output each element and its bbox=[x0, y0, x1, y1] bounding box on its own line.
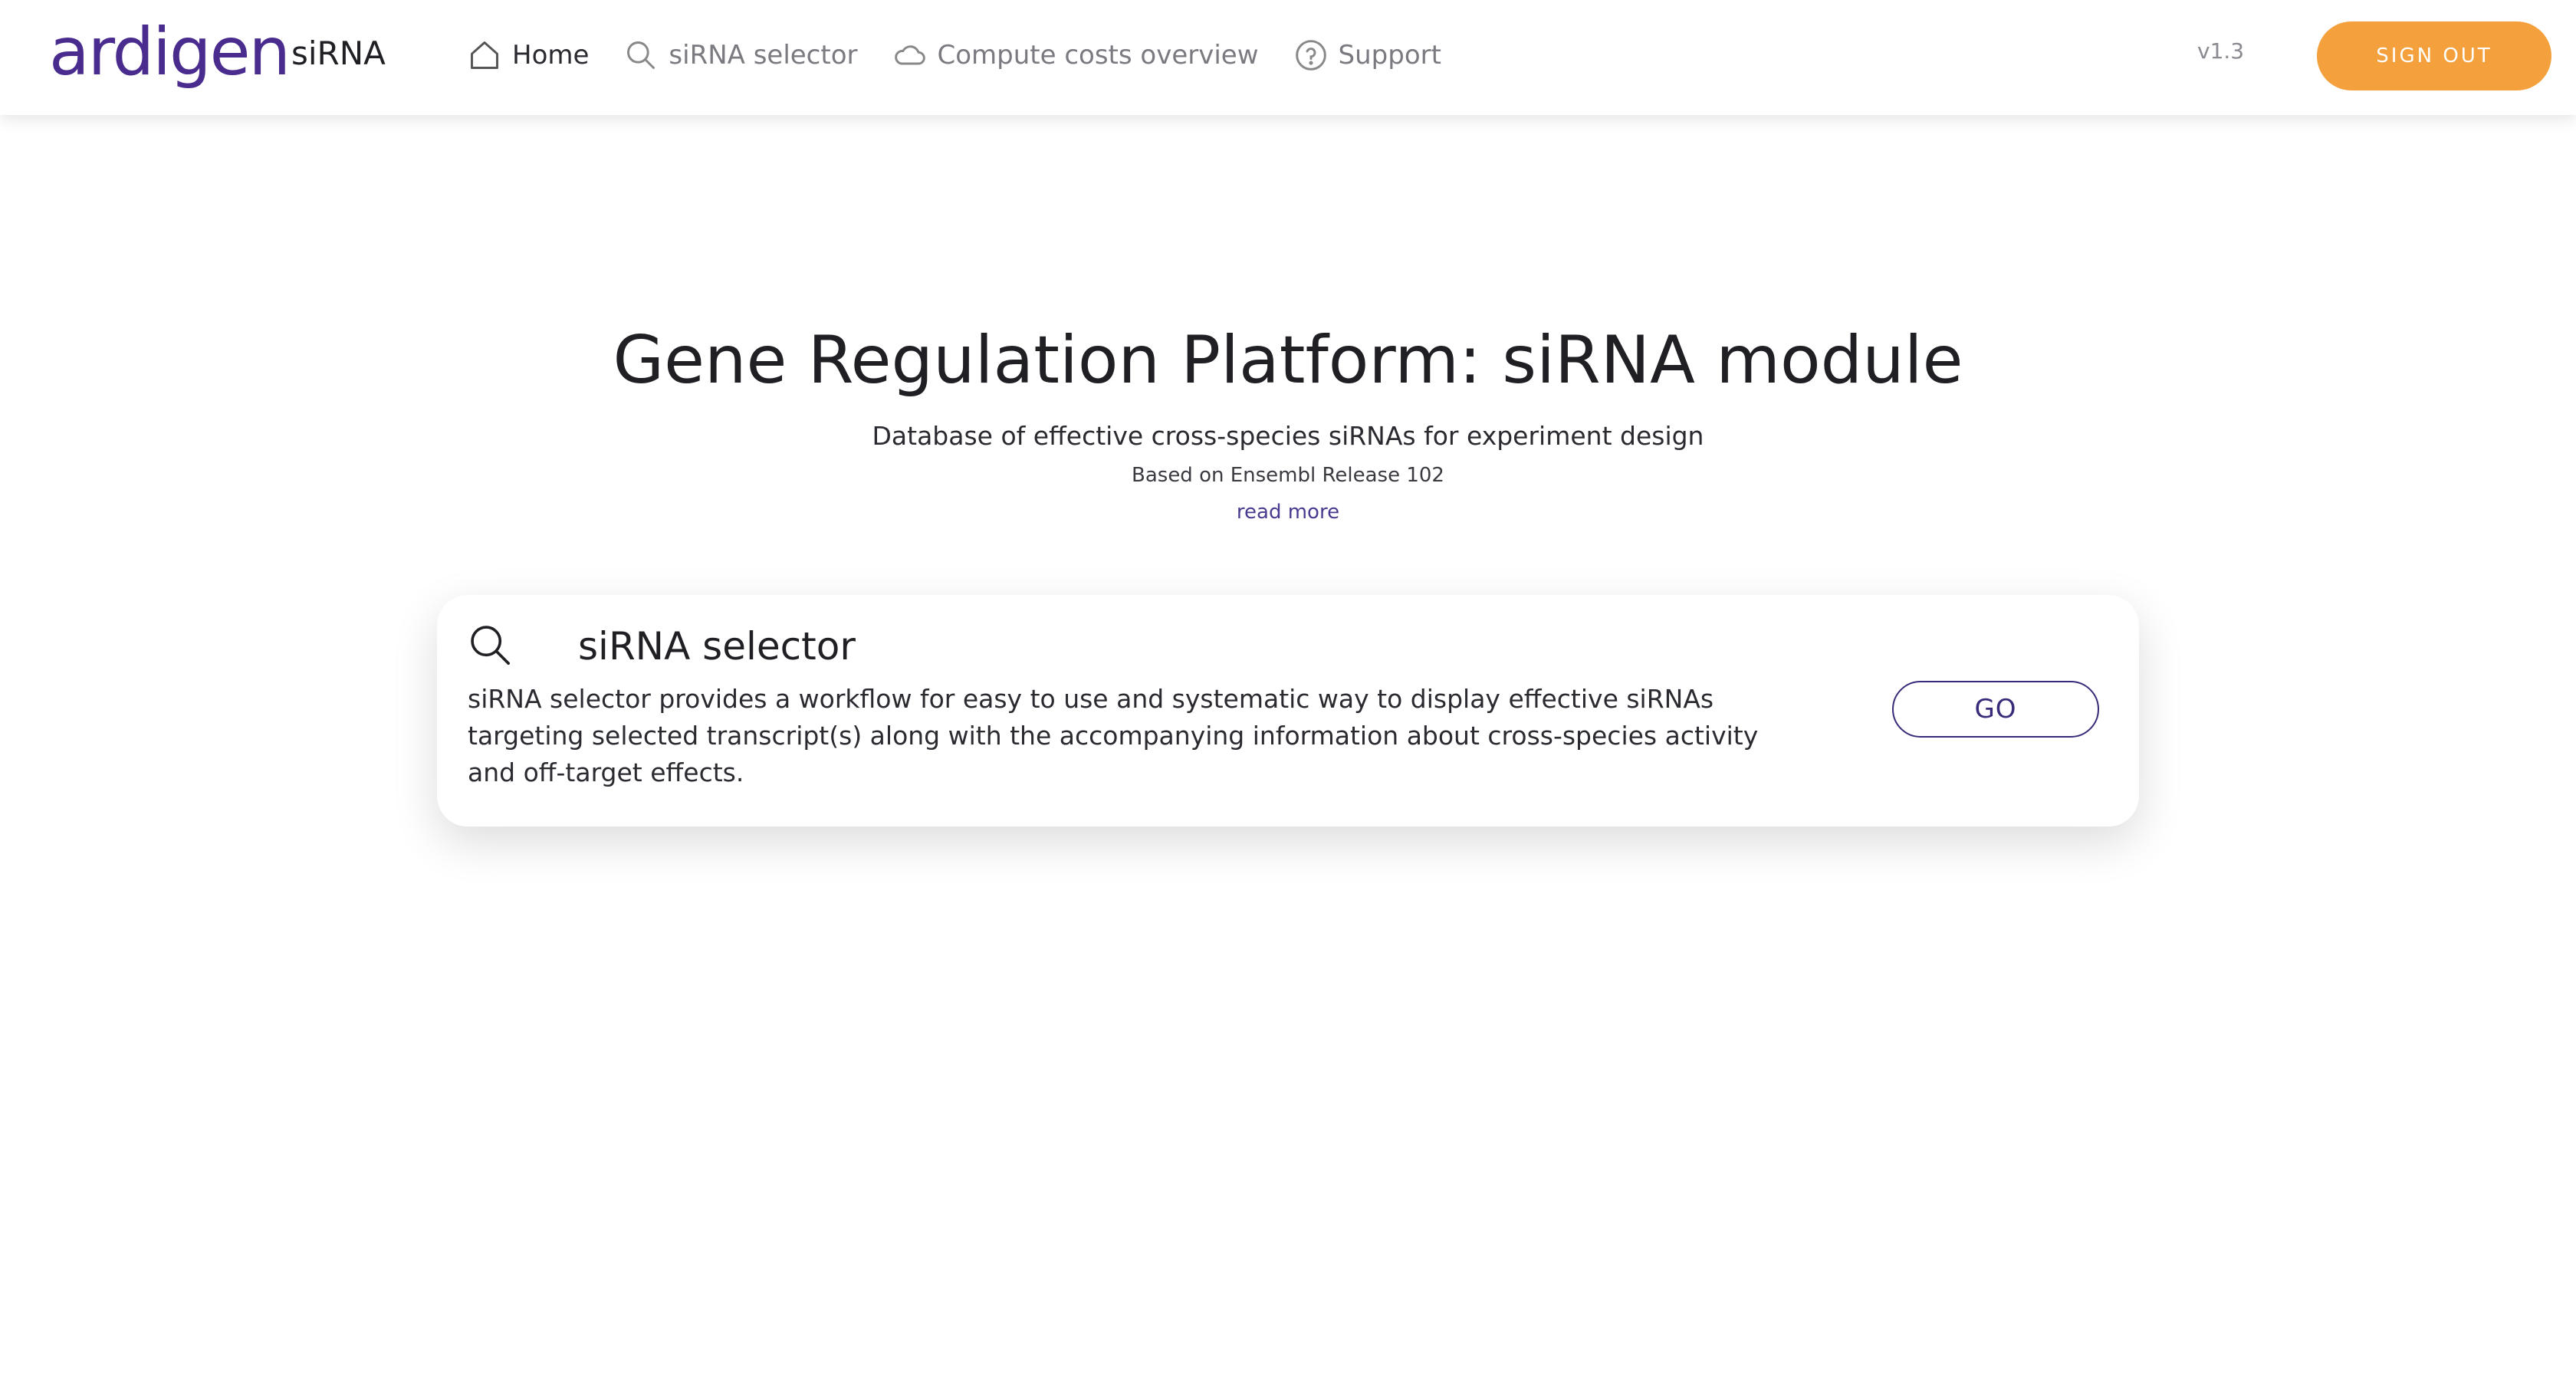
sign-out-button[interactable]: SIGN OUT bbox=[2317, 21, 2551, 90]
hero-section: Gene Regulation Platform: siRNA module D… bbox=[0, 307, 2576, 527]
nav-item-label: siRNA selector bbox=[669, 40, 858, 71]
main-nav: Home siRNA selector Compute costs overvi… bbox=[468, 31, 1477, 80]
ardigen-logo[interactable]: ardigen bbox=[49, 14, 291, 90]
page-title: Gene Regulation Platform: siRNA module bbox=[613, 322, 1963, 399]
release-info: Based on Ensembl Release 102 bbox=[1132, 464, 1444, 487]
product-name: siRNA bbox=[291, 35, 386, 72]
nav-item-support[interactable]: Support bbox=[1294, 38, 1441, 72]
nav-item-label: Home bbox=[512, 40, 590, 71]
search-icon bbox=[627, 41, 656, 69]
top-navigation-bar: ardigen siRNA Home siRNA selector Comput… bbox=[0, 0, 2576, 115]
card-title: siRNA selector bbox=[578, 624, 856, 669]
nav-item-label: Compute costs overview bbox=[937, 40, 1259, 71]
page-subtitle: Database of effective cross-species siRN… bbox=[872, 421, 1704, 451]
nav-item-label: Support bbox=[1338, 40, 1441, 71]
go-button[interactable]: GO bbox=[1892, 681, 2099, 738]
logo-text: ardigen bbox=[49, 14, 291, 90]
search-icon bbox=[471, 626, 510, 665]
nav-item-sirna-selector[interactable]: siRNA selector bbox=[624, 38, 858, 72]
version-label: v1.3 bbox=[2197, 38, 2245, 64]
sirna-selector-card: siRNA selector siRNA selector provides a… bbox=[437, 595, 2139, 827]
card-description: siRNA selector provides a workflow for e… bbox=[468, 684, 1759, 787]
nav-item-home[interactable]: Home bbox=[468, 38, 589, 72]
nav-item-compute-costs[interactable]: Compute costs overview bbox=[893, 38, 1259, 72]
help-circle-icon bbox=[1295, 40, 1326, 71]
cloud-icon bbox=[894, 45, 925, 65]
home-icon bbox=[471, 41, 498, 69]
read-more-link[interactable]: read more bbox=[1237, 497, 1339, 527]
